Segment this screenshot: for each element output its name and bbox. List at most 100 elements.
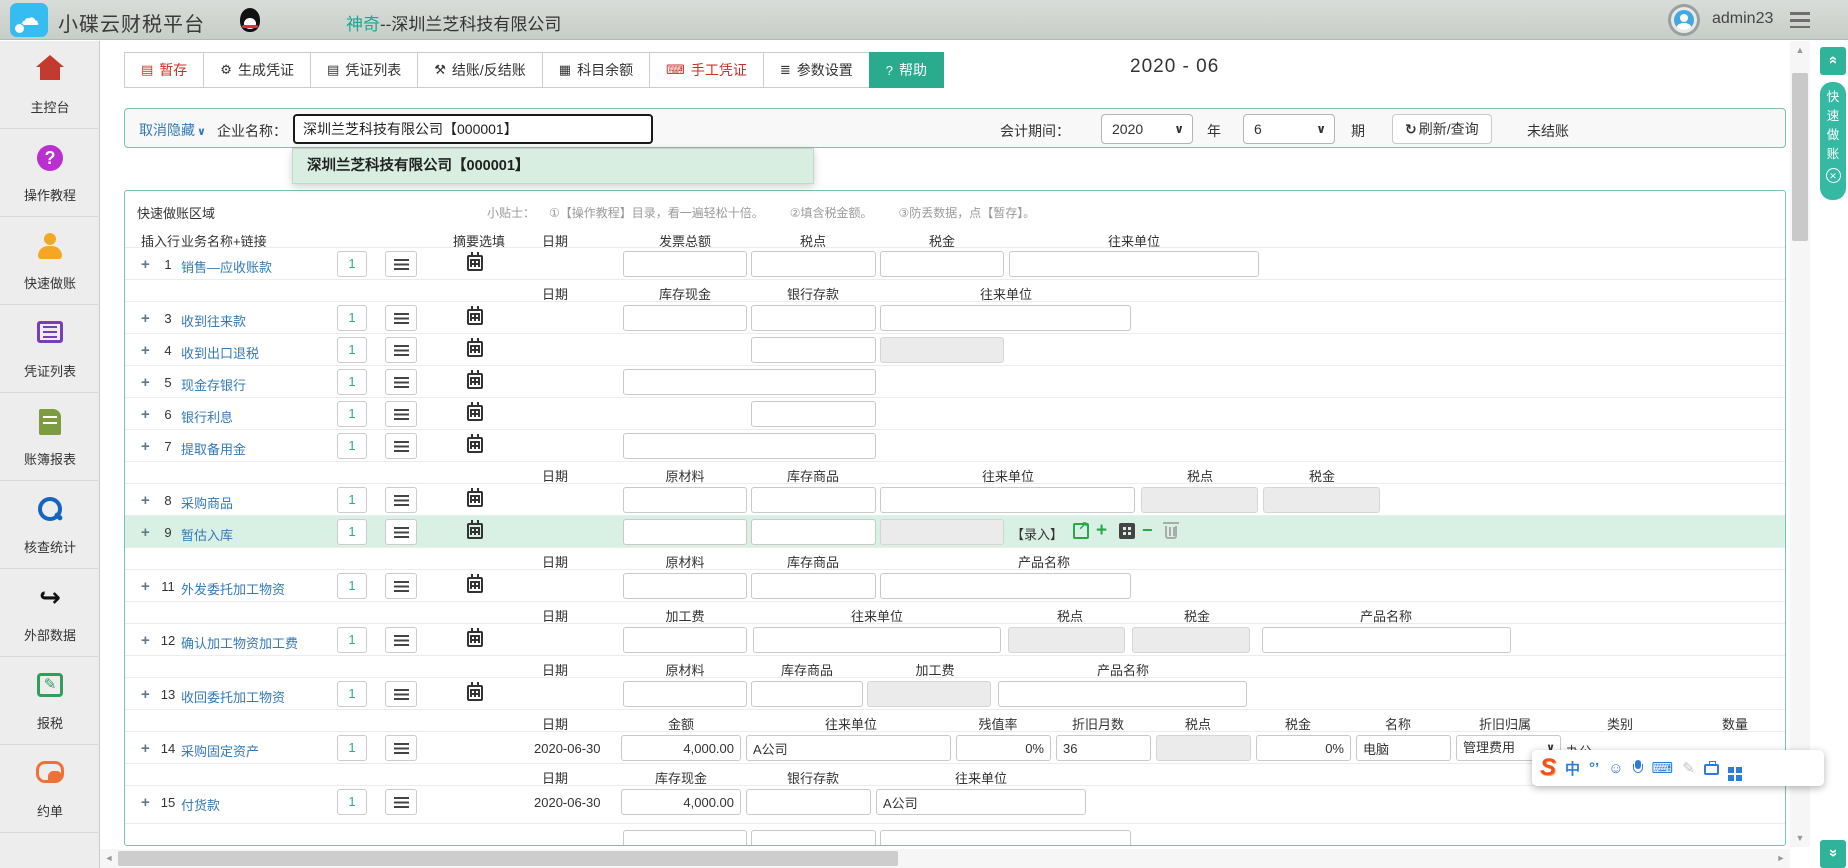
business-name-link[interactable]: 采购固定资产 <box>181 741 259 760</box>
field-input[interactable] <box>623 251 747 277</box>
field-input[interactable] <box>751 830 876 846</box>
insert-row-icon[interactable]: + <box>141 524 150 541</box>
calendar-icon[interactable] <box>467 405 483 421</box>
vertical-scroll-thumb[interactable] <box>1792 73 1808 241</box>
toggle-hide-link[interactable]: 取消隐藏∨ <box>139 120 206 140</box>
sidebar-item-主控台[interactable]: 主控台 <box>0 41 100 129</box>
plus-icon[interactable] <box>1096 523 1112 539</box>
toolbar-button-科目余额[interactable]: ▦科目余额 <box>542 52 650 88</box>
business-name-link[interactable]: 收到出口退税 <box>181 343 259 362</box>
field-input[interactable] <box>623 830 747 846</box>
field-input[interactable] <box>1056 735 1151 761</box>
sidebar-item-外部数据[interactable]: ↪外部数据 <box>0 569 100 657</box>
collapse-top-button[interactable]: « <box>1820 47 1846 75</box>
count-badge-button[interactable]: 1 <box>337 251 367 277</box>
field-input[interactable] <box>746 735 951 761</box>
summary-menu-button[interactable] <box>385 627 417 653</box>
refresh-query-button[interactable]: ↻刷新/查询 <box>1392 114 1492 144</box>
insert-row-icon[interactable]: + <box>141 632 150 649</box>
summary-menu-button[interactable] <box>385 401 417 427</box>
ime-voice-icon[interactable] <box>1633 760 1643 776</box>
calendar-icon[interactable] <box>467 523 483 539</box>
calendar-icon[interactable] <box>467 685 483 701</box>
business-name-link[interactable]: 付货款 <box>181 795 220 814</box>
scroll-left-arrow[interactable]: ◄ <box>100 849 118 868</box>
field-input[interactable] <box>751 401 876 427</box>
summary-menu-button[interactable] <box>385 251 417 277</box>
hamburger-menu-icon[interactable] <box>1790 12 1810 28</box>
field-input[interactable] <box>621 735 741 761</box>
insert-row-icon[interactable]: + <box>141 438 150 455</box>
horizontal-scroll-thumb[interactable] <box>118 851 898 866</box>
calendar-icon[interactable] <box>467 491 483 507</box>
count-badge-button[interactable]: 1 <box>337 433 367 459</box>
field-input[interactable] <box>751 487 876 513</box>
ime-grid-icon[interactable] <box>1728 767 1734 773</box>
calendar-icon[interactable] <box>467 577 483 593</box>
business-name-link[interactable]: 现金存银行 <box>181 375 246 394</box>
business-name-link[interactable]: 销售—应收账款 <box>181 257 272 276</box>
field-input[interactable] <box>751 519 876 545</box>
count-badge-button[interactable]: 1 <box>337 337 367 363</box>
close-icon[interactable]: ✕ <box>1826 168 1841 183</box>
ime-punctuation-icon[interactable]: °’ <box>1589 760 1599 777</box>
field-input[interactable] <box>751 305 876 331</box>
summary-menu-button[interactable] <box>385 573 417 599</box>
business-name-link[interactable]: 采购商品 <box>181 493 233 512</box>
business-name-link[interactable]: 提取备用金 <box>181 439 246 458</box>
ime-toolbox-icon[interactable] <box>1704 764 1719 775</box>
ime-handwriting-icon[interactable]: ✎ <box>1682 759 1695 777</box>
calendar-icon[interactable] <box>467 437 483 453</box>
field-input[interactable] <box>956 735 1051 761</box>
business-name-link[interactable]: 银行利息 <box>181 407 233 426</box>
calculator-icon[interactable] <box>1119 523 1135 539</box>
insert-row-icon[interactable]: + <box>141 794 150 811</box>
count-badge-button[interactable]: 1 <box>337 305 367 331</box>
insert-row-icon[interactable]: + <box>141 686 150 703</box>
collapse-bottom-button[interactable]: « <box>1820 840 1846 868</box>
summary-menu-button[interactable] <box>385 487 417 513</box>
toolbar-button-参数设置[interactable]: ≣参数设置 <box>763 52 870 88</box>
summary-menu-button[interactable] <box>385 369 417 395</box>
company-suggestion-item[interactable]: 深圳兰芝科技有限公司【000001】 <box>292 148 814 184</box>
field-input[interactable] <box>751 251 876 277</box>
field-input[interactable] <box>751 681 863 707</box>
business-name-link[interactable]: 收到往来款 <box>181 311 246 330</box>
field-input[interactable] <box>753 627 1001 653</box>
field-input[interactable] <box>876 789 1086 815</box>
toolbar-button-帮助[interactable]: ?帮助 <box>869 52 944 88</box>
scroll-up-arrow[interactable]: ▲ <box>1790 41 1810 59</box>
sidebar-item-报税[interactable]: ✎报税 <box>0 657 100 745</box>
quick-booking-float-widget[interactable]: 快速做账 ✕ <box>1820 82 1846 200</box>
horizontal-scrollbar[interactable]: ◄ ► <box>100 849 1790 868</box>
entry-link[interactable]: 【录入】 <box>1011 524 1063 543</box>
trash-icon[interactable] <box>1165 526 1177 539</box>
sogou-logo-icon[interactable]: S <box>1540 754 1556 782</box>
calendar-icon[interactable] <box>467 309 483 325</box>
count-badge-button[interactable]: 1 <box>337 681 367 707</box>
sidebar-item-约单[interactable]: 约单 <box>0 745 100 833</box>
field-input[interactable] <box>623 369 876 395</box>
export-icon[interactable] <box>1073 523 1089 539</box>
count-badge-button[interactable]: 1 <box>337 487 367 513</box>
count-badge-button[interactable]: 1 <box>337 573 367 599</box>
company-input[interactable] <box>293 114 653 144</box>
field-input[interactable] <box>621 789 741 815</box>
insert-row-icon[interactable]: + <box>141 740 150 757</box>
count-badge-button[interactable]: 1 <box>337 627 367 653</box>
field-input[interactable] <box>1356 735 1451 761</box>
field-input[interactable] <box>623 519 747 545</box>
field-input[interactable] <box>1262 627 1511 653</box>
insert-row-icon[interactable]: + <box>141 578 150 595</box>
vertical-scrollbar[interactable]: ▲ ▼ <box>1790 41 1810 847</box>
month-select[interactable]: 6∨ <box>1243 114 1335 144</box>
business-name-link[interactable]: 暂估入库 <box>181 525 233 544</box>
field-input[interactable] <box>623 681 747 707</box>
field-input[interactable] <box>880 305 1131 331</box>
field-input[interactable] <box>751 337 876 363</box>
summary-menu-button[interactable] <box>385 305 417 331</box>
summary-menu-button[interactable] <box>385 735 417 761</box>
insert-row-icon[interactable]: + <box>141 342 150 359</box>
count-badge-button[interactable]: 1 <box>337 401 367 427</box>
field-input[interactable] <box>1009 251 1259 277</box>
